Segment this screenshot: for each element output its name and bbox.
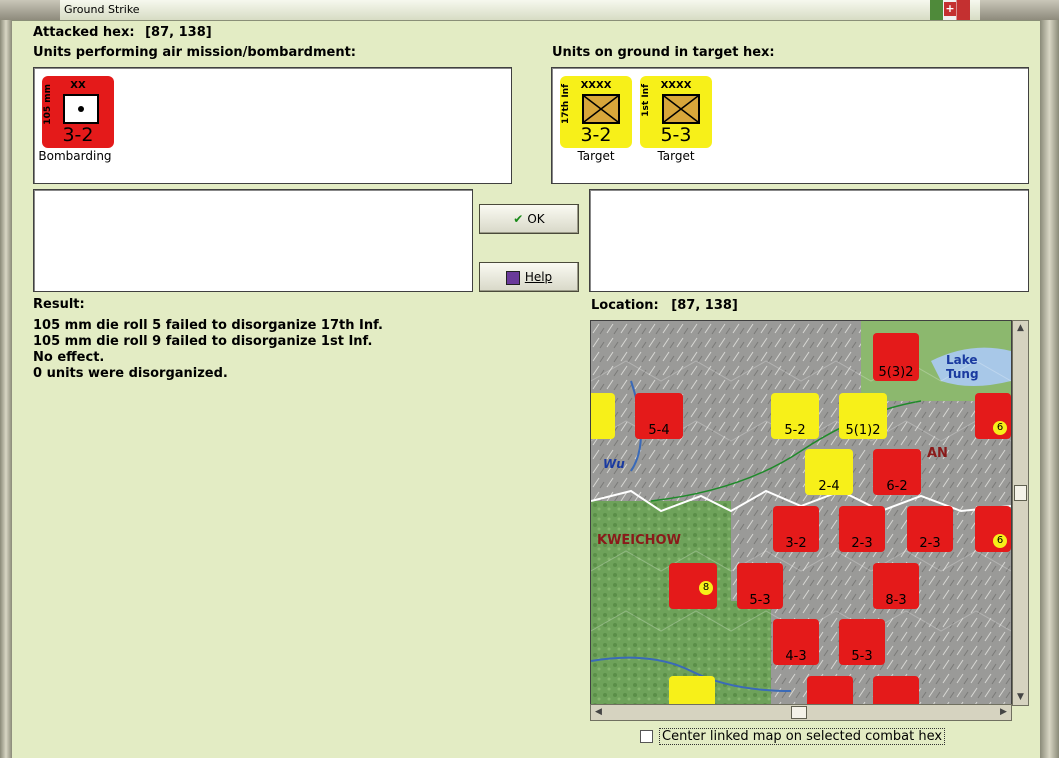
map-label-province: KWEICHOW: [597, 533, 681, 548]
air-units-panel: XX 105 mm 3-2 Bombarding: [33, 67, 512, 184]
map-unit-counter[interactable]: 8-3: [873, 563, 919, 609]
map-unit-value: 6-2: [886, 479, 908, 494]
ground-details-panel: [589, 189, 1029, 292]
unit-name: 105 mm: [43, 84, 53, 125]
map-unit-counter[interactable]: 6: [975, 393, 1011, 439]
ground-units-panel: XXXX 17th Inf 3-2 Target XXXX 1st Inf 5-…: [551, 67, 1029, 184]
map-unit-value: 3-2: [785, 536, 807, 551]
scroll-down-icon[interactable]: ▼: [1013, 690, 1028, 705]
attacked-hex-row: Attacked hex: [87, 138]: [33, 25, 212, 40]
map-unit-value: 5-3: [749, 593, 771, 608]
unit-status-caption: Target: [577, 149, 615, 163]
map-unit-counter[interactable]: 2-3: [839, 506, 885, 552]
help-button[interactable]: Help: [479, 262, 579, 292]
artillery-symbol-icon: [63, 94, 99, 124]
ok-button-label: OK: [527, 212, 545, 226]
map-unit-value: 2-4: [818, 479, 840, 494]
window-title: Ground Strike: [64, 3, 140, 16]
unit-status-caption: Bombarding: [38, 149, 112, 163]
map-unit-value: 5-3: [851, 649, 873, 664]
location-value: [87, 138]: [671, 298, 738, 313]
map-unit-value: 5(1)2: [845, 423, 881, 438]
map-vertical-scrollbar[interactable]: ▲ ▼: [1012, 320, 1029, 706]
window-frame-right: [1040, 20, 1059, 758]
air-units-heading: Units performing air mission/bombardment…: [33, 45, 357, 60]
result-line: 0 units were disorganized.: [33, 366, 228, 381]
map-unit-value: 5-4: [648, 423, 670, 438]
map-unit-value: 8: [699, 581, 713, 595]
ground-units-heading: Units on ground in target hex:: [552, 45, 775, 60]
attacked-hex-value: [87, 138]: [145, 25, 212, 40]
result-line: No effect.: [33, 350, 105, 365]
scroll-up-icon[interactable]: ▲: [1013, 321, 1028, 336]
map-unit-counter[interactable]: 5(1)2: [839, 393, 887, 439]
center-map-label: Center linked map on selected combat hex: [659, 728, 946, 745]
map-unit-value: 5-2: [784, 423, 806, 438]
help-book-icon: [505, 270, 520, 285]
infantry-symbol-icon: [582, 94, 620, 124]
center-map-checkbox[interactable]: [640, 730, 653, 743]
map-unit-value: 5(3)2: [878, 365, 914, 380]
location-row: Location: [87, 138]: [591, 298, 738, 313]
map-unit-counter[interactable]: 3-2: [773, 506, 819, 552]
map-unit-counter[interactable]: [591, 393, 615, 439]
scroll-thumb[interactable]: [1014, 485, 1027, 501]
map-unit-value: 6: [993, 421, 1007, 435]
unit-strength: 3-2: [580, 124, 612, 146]
map-unit-counter[interactable]: 5-2: [771, 393, 819, 439]
attacked-hex-label: Attacked hex:: [33, 25, 135, 40]
map-unit-counter[interactable]: [669, 676, 715, 705]
nation-flag-icon: +: [930, 0, 970, 20]
map-unit-counter[interactable]: 5-3: [737, 563, 783, 609]
map-unit-value: 6: [993, 534, 1007, 548]
map-unit-value: 2-3: [851, 536, 873, 551]
map-label-wu: Wu: [603, 457, 625, 471]
map-label-partial: AN: [927, 446, 948, 461]
map-unit-counter[interactable]: 6-2: [873, 449, 921, 495]
map-unit-counter[interactable]: 5-3: [839, 619, 885, 665]
map-unit-counter[interactable]: [807, 676, 853, 705]
window-controls[interactable]: [980, 0, 1059, 20]
map-horizontal-scrollbar[interactable]: ◀ ▶: [590, 704, 1012, 721]
window-menu-icon[interactable]: [0, 0, 60, 20]
scroll-left-icon[interactable]: ◀: [591, 705, 606, 720]
map-unit-counter[interactable]: 5-4: [635, 393, 683, 439]
map-unit-value: 8-3: [885, 593, 907, 608]
unit-name: 1st Inf: [641, 84, 651, 117]
center-map-option[interactable]: Center linked map on selected combat hex: [640, 728, 946, 745]
window-frame-left: [0, 20, 12, 758]
result-line: 105 mm die roll 5 failed to disorganize …: [33, 318, 383, 333]
ok-button[interactable]: ✔ OK: [479, 204, 579, 234]
map-unit-counter[interactable]: 5(3)2: [873, 333, 919, 381]
unit-name: 17th Inf: [561, 84, 571, 125]
unit-status-caption: Target: [657, 149, 695, 163]
unit-strength: 3-2: [62, 124, 94, 146]
location-map[interactable]: Lake Tung Wu KWEICHOW AN 5(3)2 5-4 5-2 5…: [590, 320, 1012, 706]
result-text: 105 mm die roll 5 failed to disorganize …: [33, 318, 383, 382]
map-unit-counter[interactable]: 8: [669, 563, 717, 609]
map-unit-counter[interactable]: 4-3: [773, 619, 819, 665]
location-label: Location:: [591, 298, 659, 313]
unit-counter-1st-inf[interactable]: XXXX 1st Inf 5-3: [640, 76, 712, 148]
unit-counter-105mm[interactable]: XX 105 mm 3-2: [42, 76, 114, 148]
unit-counter-17th-inf[interactable]: XXXX 17th Inf 3-2: [560, 76, 632, 148]
title-bar: Ground Strike +: [0, 0, 1059, 21]
air-details-panel: [33, 189, 473, 292]
result-line: 105 mm die roll 9 failed to disorganize …: [33, 334, 373, 349]
scroll-thumb[interactable]: [791, 706, 807, 719]
unit-strength: 5-3: [660, 124, 692, 146]
map-unit-counter[interactable]: 2-4: [805, 449, 853, 495]
map-unit-value: 2-3: [919, 536, 941, 551]
map-unit-value: 4-3: [785, 649, 807, 664]
map-unit-counter[interactable]: [873, 676, 919, 705]
map-unit-counter[interactable]: 6: [975, 506, 1011, 552]
scroll-right-icon[interactable]: ▶: [996, 705, 1011, 720]
map-unit-counter[interactable]: 2-3: [907, 506, 953, 552]
infantry-symbol-icon: [662, 94, 700, 124]
map-label-lake: Lake Tung: [946, 353, 979, 381]
result-heading: Result:: [33, 297, 85, 312]
help-button-label: Help: [524, 270, 553, 284]
checkmark-icon: ✔: [513, 212, 524, 226]
